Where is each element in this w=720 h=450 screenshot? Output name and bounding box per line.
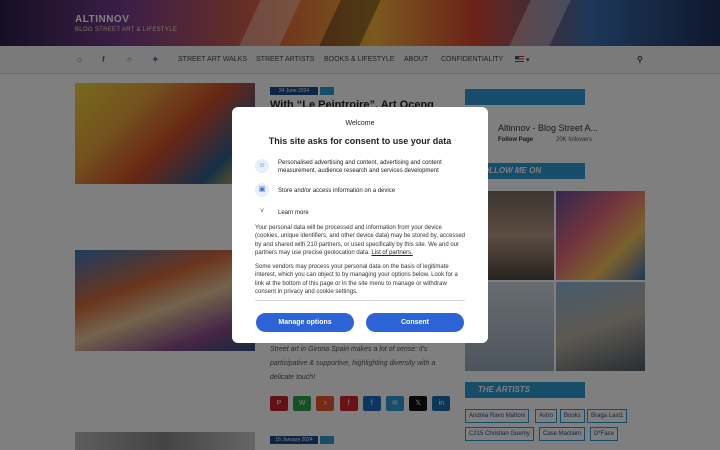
chevron-down-icon[interactable]: ˅ <box>255 205 269 219</box>
consent-body-text: Your personal data will be processed and… <box>255 224 467 257</box>
person-icon: ☺ <box>255 159 269 173</box>
purpose-text: Personalised advertising and content, ad… <box>278 160 442 174</box>
purpose-device-storage: ▣ Store and/or access information on a d… <box>255 183 475 199</box>
manage-options-button[interactable]: Manage options <box>256 313 354 332</box>
consent-button[interactable]: Consent <box>366 313 464 332</box>
consent-body-paragraph: Your personal data will be processed and… <box>255 225 466 256</box>
consent-legitimate-interest-text: Some vendors may process your personal d… <box>255 264 458 295</box>
purpose-text: Store and/or access information on a dev… <box>278 188 396 194</box>
dialog-divider <box>255 300 465 301</box>
device-icon: ▣ <box>255 183 269 197</box>
dialog-brand: Welcome <box>345 120 375 127</box>
learn-more-label[interactable]: Learn more <box>278 209 473 217</box>
partners-link[interactable]: List of partners. <box>371 250 412 256</box>
purpose-advertising: ☺ Personalised advertising and content, … <box>255 158 475 178</box>
dialog-title: This site asks for consent to use your d… <box>268 136 452 146</box>
learn-more-toggle[interactable]: ˅ Learn more <box>255 205 475 219</box>
consent-dialog: Welcome This site asks for consent to us… <box>232 107 488 343</box>
